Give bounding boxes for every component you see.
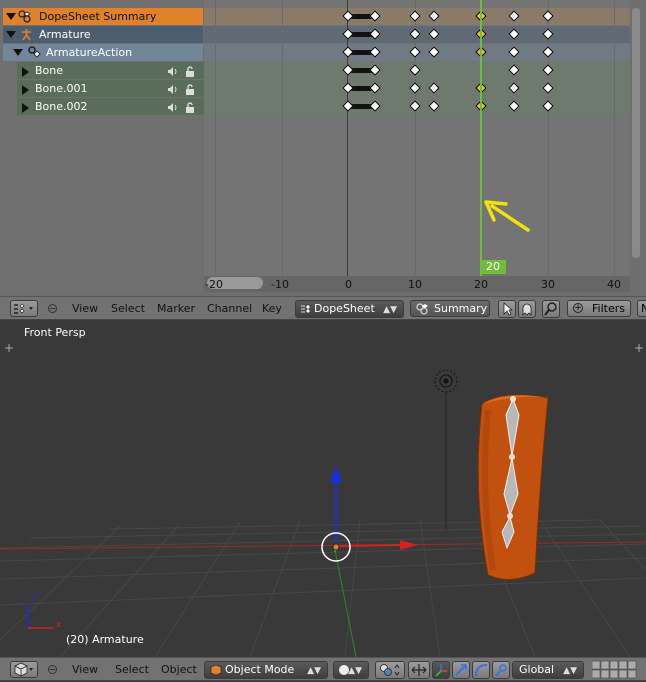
dopesheet-header: View Select Marker Channel Key DopeSheet… — [0, 296, 646, 320]
manipulator-icon — [411, 664, 427, 676]
dropdown-arrows-icon: ▲▼ — [348, 666, 362, 676]
object-mode-cube-icon — [210, 664, 222, 681]
scale-icon — [495, 664, 507, 677]
pivot-icon — [380, 664, 400, 676]
manipulator-toggle-button[interactable] — [408, 661, 430, 679]
interaction-mode-label: Object Mode — [225, 663, 295, 676]
dropdown-arrows-icon: ▲▼ — [307, 666, 321, 676]
layer-buttons[interactable] — [591, 660, 640, 679]
search-icon — [544, 302, 557, 316]
transform-orientation-label: Global — [519, 663, 555, 676]
ruler-ticks: -20 -10 0 10 20 30 40 — [0, 0, 646, 296]
collapse-menus-icon[interactable] — [48, 304, 57, 313]
scale-manipulator-button[interactable] — [472, 661, 490, 679]
transform-orientation-dropdown[interactable]: Global ▲▼ — [512, 661, 584, 679]
dropdown-arrows-icon: ▲▼ — [383, 305, 397, 315]
viewport-shading-dropdown[interactable]: ▲▼ — [333, 661, 369, 679]
menu-key[interactable]: Key — [262, 301, 282, 317]
ghost-icon — [522, 303, 532, 316]
mode-dropdown-label: DopeSheet — [314, 302, 375, 315]
dopesheet-editor: DopeSheet Summary Armature ArmatureActio… — [0, 0, 646, 296]
menu-marker[interactable]: Marker — [157, 301, 195, 317]
rotate-arrow-icon — [455, 664, 467, 676]
viewport-header: View Select Object Object Mode ▲▼ ▲▼ Glo… — [0, 657, 646, 681]
layers-grid-icon — [591, 660, 637, 679]
summary-toggle-button[interactable]: Summary — [410, 300, 490, 317]
view-name-label: Front Persp — [24, 326, 86, 339]
dropdown-arrows-icon: ▲▼ — [563, 666, 577, 676]
vertical-scrollbar[interactable] — [632, 8, 640, 258]
ruler-tick-label: 20 — [474, 278, 488, 291]
pivot-point-dropdown[interactable] — [375, 661, 405, 679]
menu-channel[interactable]: Channel — [207, 301, 252, 317]
split-corner-icon: + — [634, 341, 644, 355]
menu-select[interactable]: Select — [111, 301, 145, 317]
dopesheet-editor-icon — [14, 303, 33, 314]
curve-icon — [475, 664, 488, 677]
split-corner-icon: + — [4, 341, 14, 355]
ruler-tick-label: 10 — [408, 278, 422, 291]
filters-button[interactable]: + Filters — [567, 300, 631, 317]
ruler-tick-label: 0 — [345, 278, 352, 291]
mode-dropdown[interactable]: DopeSheet ▲▼ — [295, 300, 404, 318]
axis-orientation-icon: z x — [27, 594, 62, 630]
only-selected-button[interactable] — [498, 300, 516, 318]
show-hidden-button[interactable] — [518, 300, 536, 318]
menu-select[interactable]: Select — [115, 662, 149, 678]
translate-manipulator-button[interactable] — [432, 661, 450, 679]
overflow-label: N — [641, 302, 646, 316]
dopesheet-mode-icon — [300, 304, 311, 320]
collapse-menus-icon[interactable] — [48, 665, 57, 674]
interaction-mode-dropdown[interactable]: Object Mode ▲▼ — [204, 661, 328, 679]
scale-tool-button[interactable] — [492, 661, 510, 679]
translate-axes-icon — [435, 664, 447, 677]
menu-view[interactable]: View — [72, 662, 98, 678]
ruler-tick-label: 40 — [607, 278, 621, 291]
3d-viewport[interactable]: z x + + Front Persp (20) Armature — [0, 320, 646, 657]
rotate-manipulator-button[interactable] — [452, 661, 470, 679]
viewport-scene: z x + + — [0, 341, 646, 657]
active-object-label: (20) Armature — [66, 633, 144, 646]
3d-view-cube-icon — [14, 662, 33, 677]
menu-object[interactable]: Object — [161, 662, 197, 678]
filters-label: Filters — [592, 302, 625, 315]
transform-manipulator[interactable] — [321, 466, 418, 562]
menu-view[interactable]: View — [72, 301, 98, 317]
search-filter-button[interactable] — [542, 300, 560, 318]
summary-icon — [415, 302, 429, 319]
ruler-tick-label: 30 — [541, 278, 555, 291]
svg-text:z: z — [31, 594, 36, 604]
svg-text:x: x — [56, 620, 62, 630]
overflow-button[interactable]: N — [637, 300, 646, 317]
ruler-tick-label: -10 — [271, 278, 289, 291]
cursor-arrow-icon — [503, 302, 514, 316]
y-axis-line — [334, 549, 357, 657]
ruler-tick-label: -20 — [205, 278, 223, 291]
summary-label: Summary — [434, 302, 488, 315]
editor-type-button[interactable] — [10, 300, 38, 317]
current-frame-label: 20 — [480, 260, 506, 274]
plus-icon: + — [573, 303, 583, 313]
lamp-icon — [434, 369, 458, 393]
editor-type-button[interactable] — [10, 661, 38, 678]
